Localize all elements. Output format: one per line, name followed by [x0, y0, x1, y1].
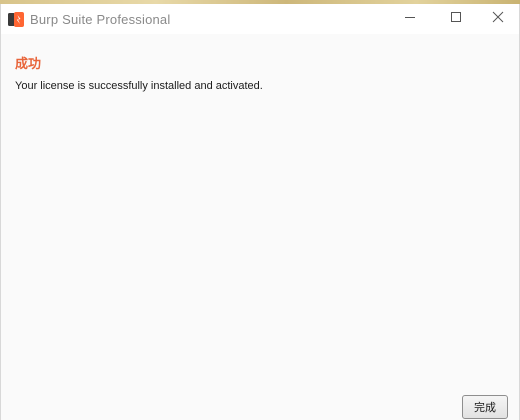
- done-button[interactable]: 完成: [462, 395, 508, 419]
- license-message: Your license is successfully installed a…: [15, 80, 263, 92]
- title-bar[interactable]: Burp Suite Professional: [1, 4, 519, 34]
- close-icon: [492, 10, 504, 28]
- success-heading: 成功: [15, 56, 42, 71]
- minimize-button[interactable]: [387, 4, 433, 34]
- maximize-icon: [450, 10, 462, 28]
- window-title: Burp Suite Professional: [30, 12, 171, 27]
- burp-suite-logo-icon: [8, 12, 24, 27]
- minimize-icon: [404, 10, 416, 28]
- dialog-content: 成功 Your license is successfully installe…: [1, 34, 519, 420]
- maximize-button[interactable]: [433, 4, 479, 34]
- close-button[interactable]: [475, 4, 520, 34]
- dialog-window: Burp Suite Professional 成功 Your license …: [0, 4, 520, 420]
